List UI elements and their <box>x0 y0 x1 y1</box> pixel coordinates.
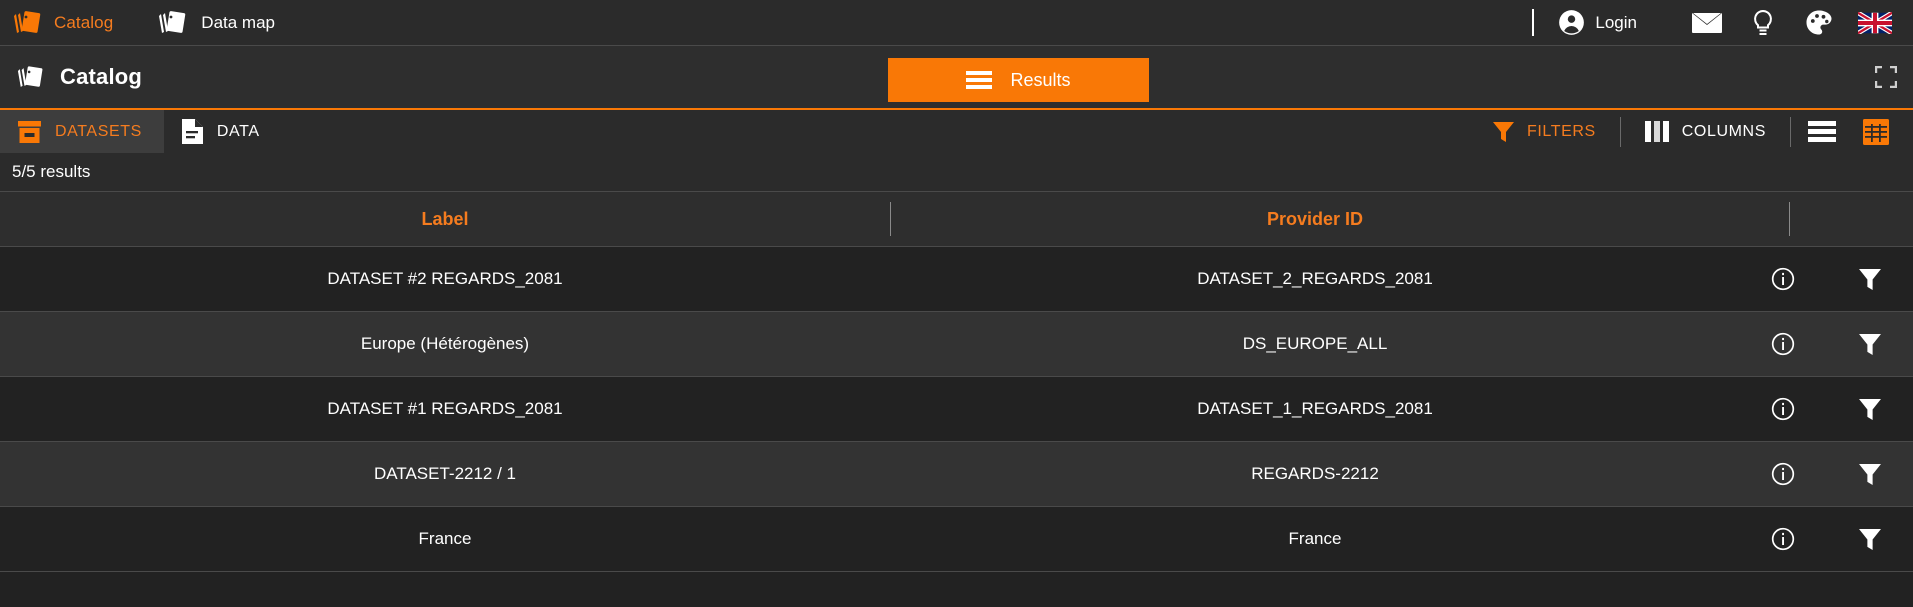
tab-datasets-label: DATASETS <box>55 122 142 140</box>
catalog-logo-icon <box>17 65 45 90</box>
flag-uk-icon[interactable] <box>1853 6 1897 40</box>
table-row[interactable]: DATASET-2212 / 1 REGARDS-2212 <box>0 442 1913 507</box>
cell-label: DATASET #2 REGARDS_2081 <box>327 269 563 288</box>
view-columns-icon <box>1644 121 1669 142</box>
filters-label: FILTERS <box>1526 122 1596 140</box>
toolbar-divider <box>1619 116 1621 147</box>
login-label: Login <box>1595 12 1637 32</box>
login-button[interactable]: Login <box>1558 9 1637 36</box>
results-button-label: Results <box>1010 69 1071 90</box>
archive-box-icon <box>18 120 41 144</box>
row-actions <box>1740 519 1913 559</box>
table-row[interactable]: France France <box>0 507 1913 572</box>
grid-view-icon[interactable] <box>1849 110 1903 153</box>
table-row[interactable]: DATASET #1 REGARDS_2081 DATASET_1_REGARDS… <box>0 377 1913 442</box>
datasets-table: Label Provider ID DATASET #2 REGARDS_208… <box>0 192 1913 572</box>
info-icon[interactable] <box>1763 389 1803 429</box>
cell-provider-id: REGARDS-2212 <box>1251 464 1379 483</box>
nav-item-label: Data map <box>201 12 275 32</box>
cell-label: DATASET #1 REGARDS_2081 <box>327 399 563 418</box>
data-map-icon <box>158 10 188 36</box>
column-divider <box>890 202 891 236</box>
filter-funnel-icon[interactable] <box>1850 519 1890 559</box>
cell-label: Europe (Hétérogènes) <box>360 334 530 353</box>
cell-provider-id: France <box>1288 529 1342 548</box>
column-divider <box>1789 202 1790 236</box>
results-count-label: 5/5 results <box>12 162 91 181</box>
info-icon[interactable] <box>1763 519 1803 559</box>
catalog-title-bar: Catalog Results <box>0 45 1913 108</box>
tab-data-label: DATA <box>216 122 260 140</box>
table-body: DATASET #2 REGARDS_2081 DATASET_2_REGARDS… <box>0 247 1913 572</box>
info-icon[interactable] <box>1763 324 1803 364</box>
catalog-logo-icon <box>13 10 43 36</box>
table-toolbar: FILTERS COLUMNS <box>1473 110 1913 153</box>
cell-provider-id: DATASET_2_REGARDS_2081 <box>1197 269 1433 288</box>
filters-button[interactable]: FILTERS <box>1473 110 1616 153</box>
filter-funnel-icon[interactable] <box>1850 454 1890 494</box>
tab-toolbar: DATASETS DATA FILTERS COLUMNS <box>0 108 1913 153</box>
filter-funnel-icon <box>1492 121 1514 143</box>
columns-label: COLUMNS <box>1681 122 1766 140</box>
results-count-bar: 5/5 results <box>0 153 1913 192</box>
filter-funnel-icon[interactable] <box>1850 389 1890 429</box>
cell-provider-id: DS_EUROPE_ALL <box>1242 334 1388 353</box>
info-icon[interactable] <box>1763 454 1803 494</box>
row-actions <box>1740 324 1913 364</box>
columns-button[interactable]: COLUMNS <box>1625 110 1786 153</box>
mail-icon[interactable] <box>1685 6 1729 40</box>
brand-label: Catalog <box>54 12 114 32</box>
filter-funnel-icon[interactable] <box>1850 324 1890 364</box>
row-actions <box>1740 389 1913 429</box>
tab-datasets[interactable]: DATASETS <box>0 110 164 153</box>
cell-label: France <box>418 529 472 548</box>
list-icon <box>966 70 993 90</box>
filter-funnel-icon[interactable] <box>1850 259 1890 299</box>
brand-catalog-link[interactable]: Catalog <box>0 10 113 36</box>
table-row[interactable]: Europe (Hétérogènes) DS_EUROPE_ALL <box>0 312 1913 377</box>
document-icon <box>181 119 203 144</box>
fullscreen-icon[interactable] <box>1873 64 1899 90</box>
column-header-provider-id[interactable]: Provider ID <box>890 209 1740 230</box>
tab-data[interactable]: DATA <box>164 110 282 153</box>
top-right-actions: Login <box>1532 6 1913 40</box>
toolbar-divider <box>1790 116 1791 147</box>
catalog-title-group: Catalog <box>0 64 142 90</box>
cell-label: DATASET-2212 / 1 <box>373 464 517 483</box>
nav-item-data-map[interactable]: Data map <box>158 10 275 36</box>
column-header-label[interactable]: Label <box>0 209 890 230</box>
lightbulb-icon[interactable] <box>1741 6 1785 40</box>
account-circle-icon <box>1558 9 1585 36</box>
list-view-icon[interactable] <box>1795 110 1849 153</box>
palette-icon[interactable] <box>1797 6 1841 40</box>
page-title: Catalog <box>60 64 143 89</box>
info-icon[interactable] <box>1763 259 1803 299</box>
table-header-row: Label Provider ID <box>0 192 1913 247</box>
table-row[interactable]: DATASET #2 REGARDS_2081 DATASET_2_REGARDS… <box>0 247 1913 312</box>
results-button[interactable]: Results <box>888 58 1149 102</box>
top-navigation-bar: Catalog Data map Login <box>0 0 1913 45</box>
header-divider <box>1532 9 1535 36</box>
row-actions <box>1740 454 1913 494</box>
row-actions <box>1740 259 1913 299</box>
cell-provider-id: DATASET_1_REGARDS_2081 <box>1197 399 1433 418</box>
